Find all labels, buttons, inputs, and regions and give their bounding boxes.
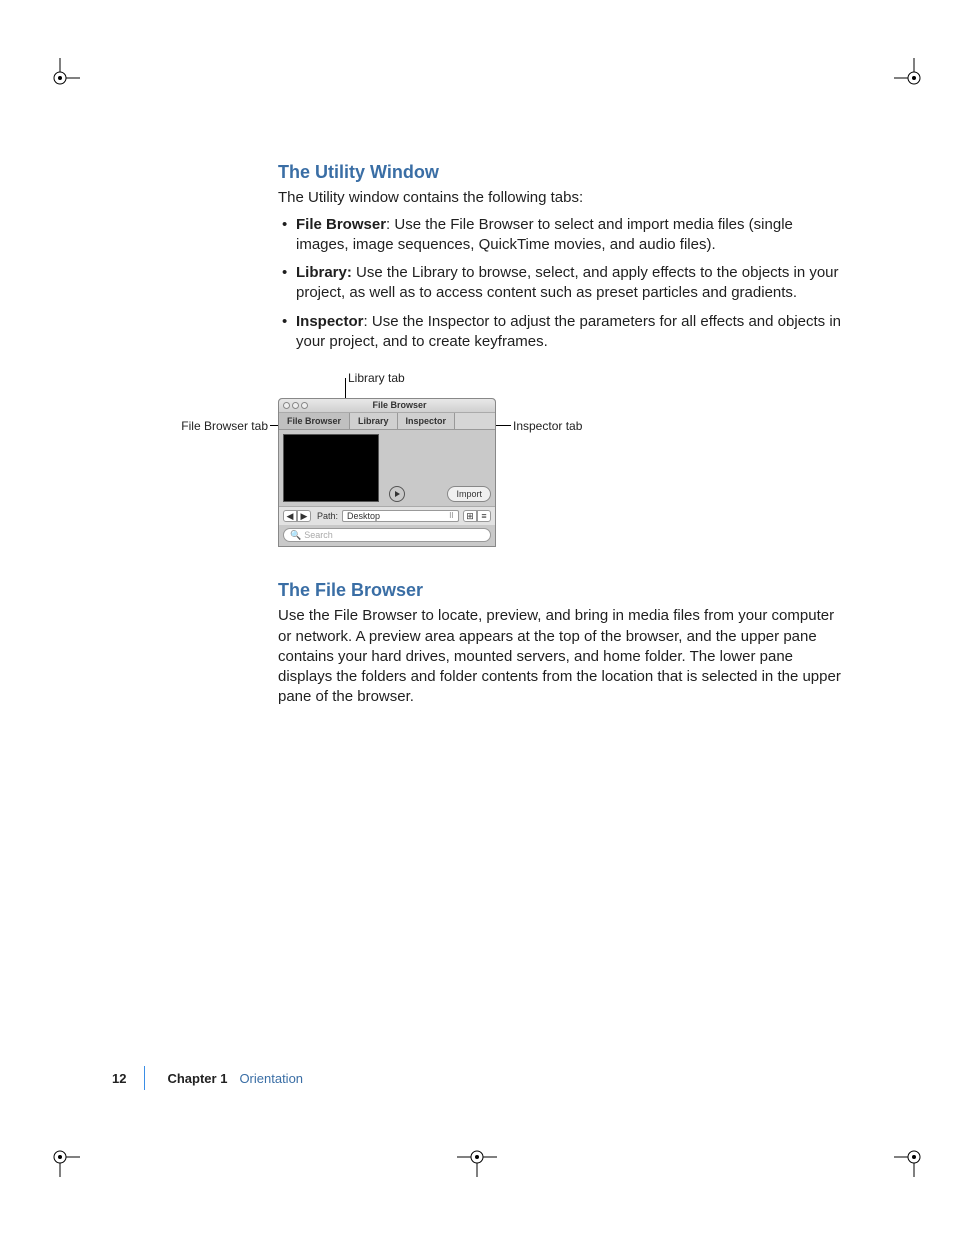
tab-bar: File Browser Library Inspector	[279, 413, 495, 430]
view-icon-button[interactable]: ⊞	[463, 510, 477, 522]
footer-divider	[144, 1066, 145, 1090]
chapter-title: Orientation	[239, 1071, 303, 1086]
file-browser-body: Use the File Browser to locate, preview,…	[278, 606, 848, 707]
utility-window-heading: The Utility Window	[278, 160, 848, 184]
minimize-icon[interactable]	[292, 402, 299, 409]
window-titlebar: File Browser	[279, 399, 495, 413]
search-icon: 🔍	[290, 529, 301, 541]
close-icon[interactable]	[283, 402, 290, 409]
page-number: 12	[112, 1071, 126, 1086]
list-item: Library: Use the Library to browse, sele…	[278, 263, 848, 304]
utility-intro: The Utility window contains the followin…	[278, 188, 848, 208]
crop-mark-icon	[457, 1137, 497, 1177]
search-field[interactable]: 🔍 Search	[283, 528, 491, 542]
path-select[interactable]: Desktop	[342, 510, 459, 522]
search-placeholder: Search	[304, 529, 333, 541]
list-item: File Browser: Use the File Browser to se…	[278, 215, 848, 256]
play-button[interactable]	[389, 486, 405, 502]
utility-window-figure: Library tab File Browser tab Inspector t…	[178, 370, 748, 560]
crop-mark-icon	[40, 1137, 80, 1177]
traffic-lights	[283, 402, 308, 409]
zoom-icon[interactable]	[301, 402, 308, 409]
preview-area	[283, 434, 379, 502]
callout-line	[496, 425, 511, 426]
list-item: Inspector: Use the Inspector to adjust t…	[278, 312, 848, 353]
path-label: Path:	[317, 510, 338, 522]
utility-bullet-list: File Browser: Use the File Browser to se…	[278, 215, 848, 353]
crop-mark-icon	[40, 58, 80, 98]
view-list-button[interactable]: ≡	[477, 510, 491, 522]
file-browser-heading: The File Browser	[278, 578, 848, 602]
crop-mark-icon	[894, 1137, 934, 1177]
nav-forward-button[interactable]: ▶	[297, 510, 311, 522]
tab-file-browser[interactable]: File Browser	[279, 413, 350, 429]
import-button[interactable]: Import	[447, 486, 491, 502]
tab-inspector[interactable]: Inspector	[398, 413, 456, 429]
filebrowser-window: File Browser File Browser Library Inspec…	[278, 398, 496, 547]
bullet-label: File Browser	[296, 216, 386, 233]
window-title: File Browser	[308, 399, 491, 411]
bullet-text: Use the Inspector to adjust the paramete…	[296, 313, 841, 350]
page-footer: 12 Chapter 1 Orientation	[112, 1066, 852, 1090]
callout-inspector-tab: Inspector tab	[513, 418, 582, 434]
crop-mark-icon	[894, 58, 934, 98]
bullet-label: Library:	[296, 264, 352, 281]
bullet-text: Use the Library to browse, select, and a…	[296, 264, 839, 301]
callout-library-tab: Library tab	[348, 370, 405, 386]
bullet-label: Inspector	[296, 313, 364, 330]
nav-back-button[interactable]: ◀	[283, 510, 297, 522]
callout-filebrowser-tab: File Browser tab	[168, 418, 268, 434]
chapter-label: Chapter 1	[167, 1071, 227, 1086]
tab-library[interactable]: Library	[350, 413, 398, 429]
